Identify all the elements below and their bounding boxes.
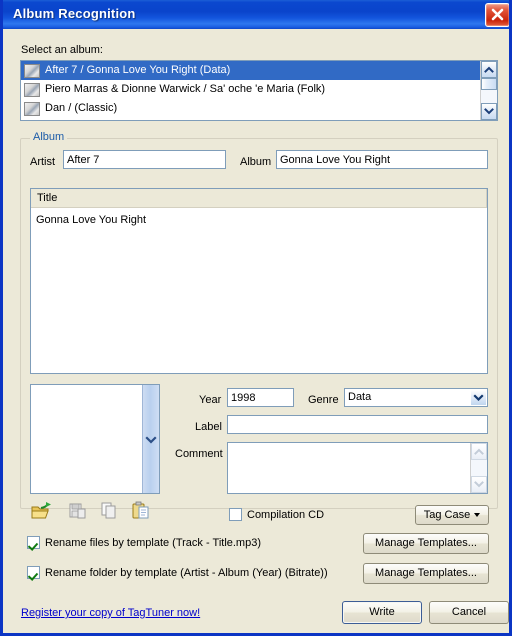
compilation-cd-label: Compilation CD (247, 508, 325, 521)
album-label: Album (240, 156, 272, 168)
tag-case-label: Tag Case (423, 509, 471, 521)
album-recognition-dialog: Album Recognition Select an album: After… (0, 0, 512, 636)
disc-icon (24, 63, 40, 78)
tag-case-button[interactable]: Tag Case (415, 505, 489, 525)
comment-textarea[interactable] (227, 442, 488, 494)
paste-icon[interactable] (130, 500, 152, 522)
caret-down-icon (474, 513, 481, 518)
artist-label: Artist (30, 156, 56, 168)
list-item-label: Dan / (Classic) (45, 102, 118, 114)
list-item-label: After 7 / Gonna Love You Right (Data) (45, 64, 231, 76)
artist-input[interactable]: After 7 (63, 150, 226, 169)
select-album-label: Select an album: (21, 44, 103, 56)
scroll-up-button[interactable] (471, 443, 487, 460)
album-list-scrollbar[interactable] (480, 61, 497, 120)
scroll-down-button[interactable] (481, 103, 497, 120)
write-button[interactable]: Write (342, 601, 422, 624)
disc-icon (24, 82, 40, 97)
chevron-up-icon (484, 66, 494, 73)
checkbox-box[interactable] (27, 536, 40, 549)
scroll-down-button[interactable] (471, 476, 487, 493)
year-label: Year (199, 394, 222, 406)
checkbox-box[interactable] (229, 508, 242, 521)
album-listbox-items: After 7 / Gonna Love You Right (Data) Pi… (21, 61, 480, 120)
list-item[interactable]: Piero Marras & Dionne Warwick / Sa' oche… (21, 80, 480, 99)
scroll-up-button[interactable] (481, 61, 497, 78)
year-input[interactable]: 1998 (227, 388, 294, 407)
manage-templates-files-button[interactable]: Manage Templates... (363, 533, 489, 554)
copy-icon[interactable] (98, 500, 120, 522)
genre-dropdown-button[interactable] (470, 389, 487, 406)
close-button[interactable] (485, 3, 509, 27)
chevron-down-icon (473, 394, 484, 402)
genre-value: Data (348, 391, 372, 403)
chevron-up-icon (474, 448, 484, 455)
rename-folder-label: Rename folder by template (Artist - Albu… (45, 566, 328, 579)
disc-icon (24, 101, 40, 116)
checkbox-box[interactable] (27, 566, 40, 579)
record-label-input[interactable] (227, 415, 488, 434)
save-picture-icon[interactable] (66, 500, 88, 522)
record-label-label: Label (195, 421, 222, 433)
track-list-header[interactable]: Title (31, 189, 487, 208)
register-link[interactable]: Register your copy of TagTuner now! (21, 607, 200, 619)
rename-folder-checkbox[interactable]: Rename folder by template (Artist - Albu… (27, 566, 328, 579)
comment-label: Comment (175, 448, 223, 460)
rename-files-checkbox[interactable]: Rename files by template (Track - Title.… (27, 536, 261, 549)
scroll-track[interactable] (481, 78, 497, 103)
scroll-thumb[interactable] (481, 78, 497, 90)
chevron-down-icon (474, 481, 484, 488)
album-listbox[interactable]: After 7 / Gonna Love You Right (Data) Pi… (20, 60, 498, 121)
column-header-title[interactable]: Title (37, 192, 57, 204)
genre-label: Genre (308, 394, 339, 406)
title-bar: Album Recognition (3, 0, 509, 29)
close-icon (491, 8, 504, 21)
track-listview[interactable]: Title Gonna Love You Right (30, 188, 488, 374)
album-input[interactable]: Gonna Love You Right (276, 150, 488, 169)
cover-preview[interactable] (30, 384, 160, 494)
compilation-cd-checkbox[interactable]: Compilation CD (229, 508, 324, 521)
comment-scrollbar[interactable] (470, 443, 487, 493)
genre-combobox[interactable]: Data (344, 388, 488, 407)
scroll-track[interactable] (471, 460, 487, 476)
rename-files-label: Rename files by template (Track - Title.… (45, 536, 261, 549)
manage-templates-folder-button[interactable]: Manage Templates... (363, 563, 489, 584)
chevron-down-icon (145, 436, 157, 444)
open-folder-icon[interactable] (30, 500, 52, 522)
list-item[interactable]: Dan / (Classic) (21, 99, 480, 118)
album-groupbox-title: Album (30, 131, 68, 143)
cover-preview-scrollbar[interactable] (142, 385, 159, 493)
chevron-down-icon (484, 108, 494, 115)
window-title: Album Recognition (13, 6, 136, 21)
table-row[interactable]: Gonna Love You Right (36, 213, 146, 227)
cancel-button[interactable]: Cancel (429, 601, 509, 624)
picture-toolbar (30, 500, 160, 524)
list-item[interactable]: After 7 / Gonna Love You Right (Data) (21, 61, 480, 80)
list-item-label: Piero Marras & Dionne Warwick / Sa' oche… (45, 83, 326, 95)
